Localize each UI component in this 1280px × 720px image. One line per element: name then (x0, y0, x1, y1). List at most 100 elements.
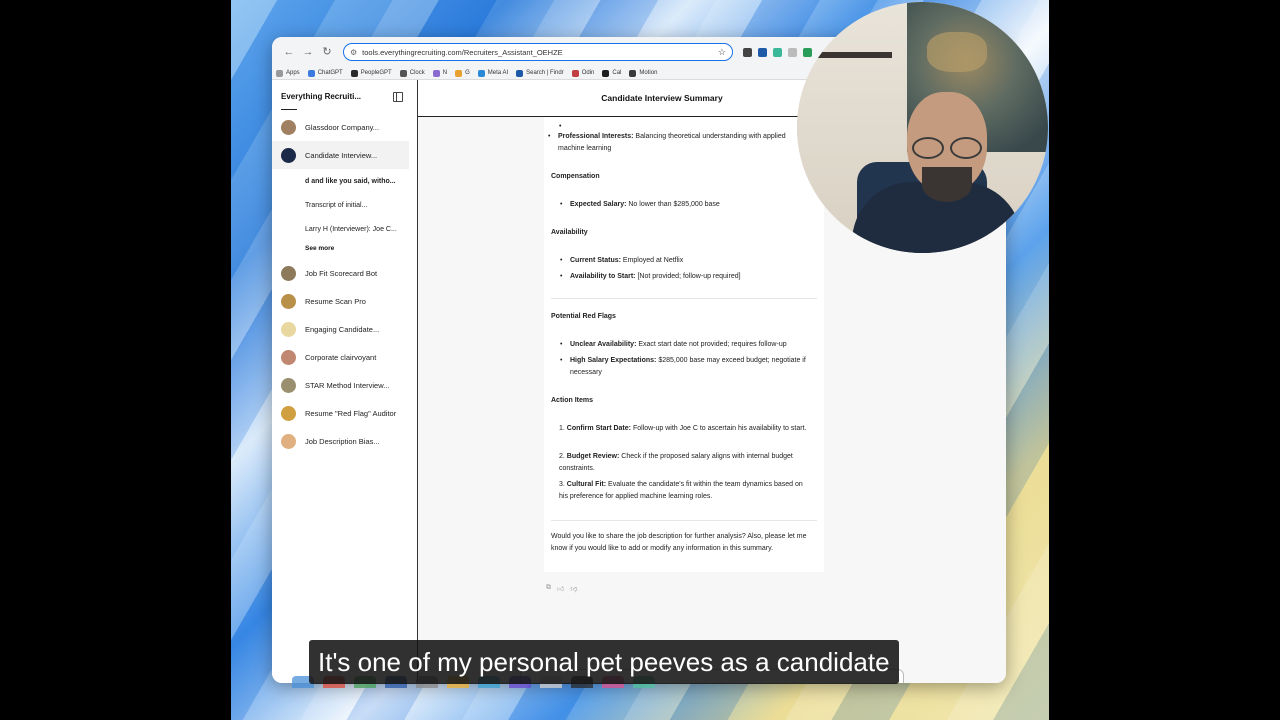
action-item-number: 2. (559, 453, 565, 460)
assistant-avatar (281, 119, 296, 135)
sidebar-item[interactable]: Corporate clairvoyant (272, 343, 417, 371)
bookmark-item[interactable]: PeopleGPT (350, 69, 392, 77)
copy-icon[interactable]: ⧉ (546, 584, 551, 593)
assistant-avatar (281, 433, 296, 449)
webcam-person-glasses (912, 137, 982, 159)
bookmark-item[interactable]: Clock (399, 69, 425, 77)
sidebar-item-label: Job Description Bias... (305, 436, 380, 446)
sidebar-item-label: Engaging Candidate... (305, 324, 380, 334)
bookmark-item[interactable]: Search | Findr (516, 69, 564, 77)
assistant-avatar (281, 321, 296, 337)
assistant-avatar (281, 349, 296, 365)
sidebar-item[interactable]: Job Description Bias... (272, 427, 417, 455)
extension-icon[interactable] (743, 47, 752, 57)
bookmark-item[interactable]: G (455, 69, 470, 77)
sidebar-item[interactable]: Resume Scan Pro (272, 287, 417, 315)
extension-icon[interactable] (758, 47, 767, 57)
conversation-item[interactable]: d and like you said, witho... (272, 169, 417, 193)
see-more-link[interactable]: See more (272, 241, 417, 255)
action-item: 1. Confirm Start Date: Follow-up with Jo… (559, 423, 811, 435)
bookmark-label: ChatGPT (317, 70, 343, 76)
bookmark-favicon-icon (276, 69, 283, 77)
message-actions: ⧉ 👍︎ 👎︎ (546, 584, 577, 593)
assistant-avatar (281, 147, 296, 163)
video-caption: It's one of my personal pet peeves as a … (309, 640, 899, 684)
assistant-avatar (281, 377, 296, 393)
sidebar-item[interactable]: Glassdoor Company... (272, 113, 417, 141)
bookmark-label: N (442, 70, 448, 76)
availability-start-item: Availability to Start: [Not provided; fo… (560, 271, 818, 283)
sidebar-item[interactable]: Candidate Interview... (272, 141, 409, 169)
bookmark-item[interactable]: Odin (571, 69, 595, 77)
bookmark-label: Search | Findr (526, 70, 564, 76)
bookmark-favicon-icon (571, 69, 579, 77)
url-text: tools.everythingrecruiting.com/Recruiter… (362, 47, 563, 57)
sidebar-item[interactable]: Resume "Red Flag" Auditor (272, 399, 417, 427)
action-item-text: Follow-up with Joe C to ascertain his av… (632, 425, 807, 432)
forward-icon[interactable]: → (301, 45, 315, 59)
bookmark-favicon-icon (516, 69, 524, 77)
bookmark-label: G (465, 70, 470, 76)
closing-message: Would you like to share the job descript… (551, 533, 807, 552)
bookmark-label: Odin (581, 70, 595, 76)
sidebar-item[interactable]: STAR Method Interview... (272, 371, 417, 399)
sidebar-item-label: Resume "Red Flag" Auditor (305, 408, 397, 418)
bookmark-label: PeopleGPT (360, 70, 392, 76)
webcam-overlay (797, 2, 1048, 253)
bookmark-item[interactable]: N (432, 69, 448, 77)
site-settings-icon[interactable]: ⚙ (350, 48, 357, 57)
action-item-number: 1. (559, 425, 565, 432)
professional-interests-item: Professional Interests: Balancing theore… (548, 131, 806, 155)
sidebar-item[interactable]: Engaging Candidate... (272, 315, 417, 343)
expected-salary-item: Expected Salary: No lower than $285,000 … (560, 199, 818, 211)
sidebar-header-underline (281, 109, 297, 110)
back-icon[interactable]: ← (282, 45, 296, 59)
sidebar-item-label: STAR Method Interview... (305, 380, 390, 390)
current-status-item: Current Status: Employed at Netflix (560, 255, 818, 267)
search-icon[interactable] (788, 47, 797, 57)
bookmark-favicon-icon (399, 69, 407, 77)
bookmark-item[interactable]: Motion (629, 69, 658, 77)
bookmark-favicon-icon (602, 69, 610, 77)
bookmark-item[interactable]: ChatGPT (307, 69, 343, 77)
bookmark-item[interactable]: Cal (602, 69, 622, 77)
action-item-label: Confirm Start Date: (566, 425, 631, 432)
conversation-item[interactable]: Larry H (Interviewer): Joe C... (272, 217, 417, 241)
webcam-shelf (812, 52, 892, 58)
sidebar-item-label: Job Fit Scorecard Bot (305, 268, 378, 278)
bookmark-item[interactable]: Apps (276, 69, 300, 77)
bookmark-favicon-icon (629, 69, 637, 77)
thumbs-down-icon[interactable]: 👎︎ (570, 584, 577, 593)
bookmark-star-icon[interactable]: ☆ (718, 47, 726, 58)
availability-heading: Availability (551, 229, 588, 236)
bookmark-label: Apps (286, 70, 300, 76)
thumbs-up-icon[interactable]: 👍︎ (557, 584, 564, 593)
bookmark-label: Cal (612, 70, 622, 76)
salary-expectations-item: High Salary Expectations: $285,000 base … (560, 355, 810, 379)
assistant-message: • Professional Interests: Balancing theo… (544, 117, 824, 572)
chat-title: Candidate Interview Summary (601, 93, 723, 103)
action-item-number: 3. (559, 481, 565, 488)
sidebar-item-label: Corporate clairvoyant (305, 352, 377, 362)
bookmark-favicon-icon (307, 69, 315, 77)
bookmark-favicon-icon (455, 69, 463, 77)
conversation-item[interactable]: Transcript of initial... (272, 193, 417, 217)
sidebar-item-label: Glassdoor Company... (305, 122, 380, 132)
sidebar-toggle-icon[interactable] (393, 92, 403, 102)
bookmark-label: Clock (409, 70, 425, 76)
reload-icon[interactable]: ↻ (320, 45, 334, 59)
action-item-label: Cultural Fit: (566, 481, 607, 488)
bookmark-label: Motion (639, 70, 658, 76)
divider (551, 298, 817, 299)
divider (551, 520, 817, 521)
address-bar[interactable]: ⚙ tools.everythingrecruiting.com/Recruit… (343, 43, 733, 61)
bookmark-item[interactable]: Meta AI (477, 69, 508, 77)
action-items-heading: Action Items (551, 397, 594, 404)
extension-icon[interactable] (773, 47, 782, 57)
sidebar-item-label: Candidate Interview... (305, 150, 378, 160)
webcam-person-beard (922, 167, 972, 202)
sidebar-item[interactable]: Job Fit Scorecard Bot (272, 259, 417, 287)
action-item-label: Budget Review: (566, 453, 620, 460)
sidebar-header: Everything Recruiti... (272, 80, 417, 113)
action-item: 3. Cultural Fit: Evaluate the candidate'… (559, 479, 811, 503)
